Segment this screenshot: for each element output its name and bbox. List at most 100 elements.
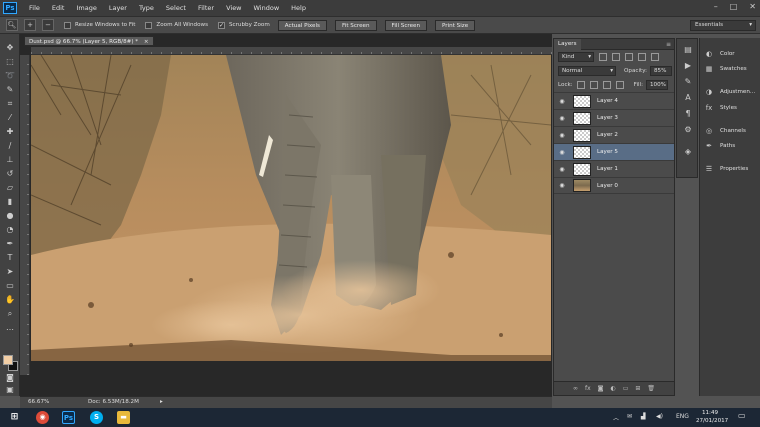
shape-filter-icon[interactable]	[638, 53, 646, 61]
zoom-in-icon[interactable]: +	[24, 19, 36, 31]
adjustment-layer-icon[interactable]: ◐	[610, 385, 615, 392]
character-panel-icon[interactable]: A	[682, 93, 694, 103]
adjustments-panel-item[interactable]: ◑ Adjustmen...	[704, 88, 755, 96]
menu-view[interactable]: View	[226, 4, 241, 12]
delete-layer-icon[interactable]: 🗑︎	[647, 385, 655, 392]
eye-icon[interactable]: ◉	[557, 132, 567, 139]
photoshop-taskbar-icon[interactable]: Ps	[62, 411, 75, 424]
zoom-level[interactable]: 66.67%	[28, 397, 49, 408]
gradient-tool-icon[interactable]: ▮	[4, 196, 16, 207]
layer-row[interactable]: ◉ Layer 2	[554, 126, 674, 143]
pen-tool-icon[interactable]: ✒	[4, 238, 16, 249]
brush-tool-icon[interactable]: ∕	[4, 140, 16, 151]
layer-row[interactable]: ◉ Layer 3	[554, 109, 674, 126]
channels-panel-item[interactable]: ◎ Channels	[704, 127, 746, 135]
fit-screen-button[interactable]: Fit Screen	[334, 19, 377, 31]
brush-presets-icon[interactable]: ✎	[682, 77, 694, 87]
fill-screen-button[interactable]: Fill Screen	[384, 19, 428, 31]
resize-windows-option[interactable]: Resize Windows to Fit	[64, 21, 135, 29]
lock-pixels-icon[interactable]	[589, 81, 598, 89]
blend-mode-select[interactable]: Normal ▾	[558, 66, 616, 76]
layer-row[interactable]: ◉ Layer 0	[554, 177, 674, 194]
windows-start-icon[interactable]: ⊞	[8, 411, 21, 424]
paths-panel-item[interactable]: ✒ Paths	[704, 142, 735, 150]
more-tools-icon[interactable]: …	[4, 322, 16, 333]
pixel-filter-icon[interactable]	[599, 53, 607, 61]
layer-row[interactable]: ◉ Layer 4	[554, 92, 674, 109]
actual-pixels-button[interactable]: Actual Pixels	[277, 19, 327, 31]
menu-image[interactable]: Image	[76, 4, 96, 12]
eye-icon[interactable]: ◉	[557, 98, 567, 105]
clone-stamp-tool-icon[interactable]: ⊥	[4, 154, 16, 165]
zoom-tool-icon[interactable]: ⌕	[4, 308, 16, 319]
move-tool-icon[interactable]: ✥	[4, 42, 16, 53]
action-center-icon[interactable]: ▭	[738, 411, 746, 420]
blur-tool-icon[interactable]: ●	[4, 210, 16, 221]
eye-icon[interactable]: ◉	[557, 115, 567, 122]
close-window-button[interactable]: ✕	[749, 2, 756, 11]
link-layers-icon[interactable]: ∞	[573, 385, 578, 392]
type-filter-icon[interactable]	[625, 53, 633, 61]
menu-file[interactable]: File	[29, 4, 40, 12]
shape-tool-icon[interactable]: ▭	[4, 280, 16, 291]
menu-filter[interactable]: Filter	[198, 4, 214, 12]
menu-help[interactable]: Help	[291, 4, 306, 12]
menu-type[interactable]: Type	[139, 4, 154, 12]
quick-select-tool-icon[interactable]: ✎	[4, 84, 16, 95]
properties-panel-item[interactable]: ☰ Properties	[704, 165, 748, 173]
menu-edit[interactable]: Edit	[52, 4, 65, 12]
tray-expand-icon[interactable]: ︿	[613, 413, 619, 422]
status-menu-arrow-icon[interactable]: ▸	[160, 397, 163, 408]
resize-windows-checkbox[interactable]	[64, 21, 71, 29]
eraser-tool-icon[interactable]: ▱	[4, 182, 16, 193]
color-panel-item[interactable]: ◐ Color	[704, 50, 735, 58]
lock-transparency-icon[interactable]	[576, 81, 585, 89]
layer-row[interactable]: ◉ Layer 1	[554, 160, 674, 177]
workspace-switcher[interactable]: Essentials ▾	[690, 20, 756, 31]
zoom-tool-preset-icon[interactable]: 🔍︎	[6, 19, 18, 31]
opacity-input[interactable]: 85%	[650, 66, 672, 76]
eyedropper-tool-icon[interactable]: ⁄	[4, 112, 16, 123]
hand-tool-icon[interactable]: ✋	[4, 294, 16, 305]
foreground-color-swatch[interactable]	[3, 355, 13, 365]
crop-tool-icon[interactable]: ⌗	[4, 98, 16, 109]
quick-mask-icon[interactable]: ◙	[4, 372, 16, 383]
new-group-icon[interactable]: ▭	[623, 385, 629, 392]
history-brush-tool-icon[interactable]: ↺	[4, 168, 16, 179]
eye-icon[interactable]: ◉	[557, 149, 567, 156]
file-explorer-icon[interactable]: ▬	[117, 411, 130, 424]
new-layer-icon[interactable]: ⊞	[635, 385, 640, 392]
vertical-ruler[interactable]	[20, 55, 30, 375]
healing-brush-tool-icon[interactable]: ✚	[4, 126, 16, 137]
fill-input[interactable]: 100%	[646, 80, 668, 90]
scrubby-zoom-option[interactable]: ✓ Scrubby Zoom	[218, 21, 270, 29]
smart-object-filter-icon[interactable]	[651, 53, 659, 61]
eye-icon[interactable]: ◉	[557, 182, 567, 189]
menu-window[interactable]: Window	[254, 4, 280, 12]
zoom-all-option[interactable]: Zoom All Windows	[145, 21, 208, 29]
eye-icon[interactable]: ◉	[557, 166, 567, 173]
actions-panel-icon[interactable]: ▶	[682, 61, 694, 71]
adjustment-filter-icon[interactable]	[612, 53, 620, 61]
path-select-tool-icon[interactable]: ➤	[4, 266, 16, 277]
zoom-all-checkbox[interactable]	[145, 21, 153, 29]
tray-notification-icon[interactable]: ✉	[627, 413, 632, 420]
panel-menu-icon[interactable]: ≡	[666, 39, 671, 50]
maximize-button[interactable]: □	[730, 2, 738, 11]
swatches-panel-item[interactable]: ▦ Swatches	[704, 65, 747, 73]
menu-select[interactable]: Select	[166, 4, 186, 12]
horizontal-ruler[interactable]	[31, 47, 552, 55]
close-document-icon[interactable]: ×	[144, 39, 149, 45]
tray-volume-icon[interactable]: ◀︎)	[656, 413, 663, 420]
tray-network-icon[interactable]: ▟	[641, 413, 646, 420]
layer-row-selected[interactable]: ◉ Layer 5	[554, 143, 674, 160]
minimize-button[interactable]: –	[714, 2, 718, 11]
layers-tab[interactable]: Layers	[554, 39, 581, 50]
lock-all-icon[interactable]	[615, 81, 624, 89]
styles-panel-item[interactable]: fx Styles	[704, 104, 737, 112]
taskbar-clock[interactable]: 11:49 27/01/2017	[696, 410, 728, 425]
skype-icon[interactable]: S	[90, 411, 103, 424]
language-indicator[interactable]: ENG	[676, 413, 689, 420]
chrome-icon[interactable]: ◉	[36, 411, 49, 424]
zoom-out-icon[interactable]: −	[42, 19, 54, 31]
